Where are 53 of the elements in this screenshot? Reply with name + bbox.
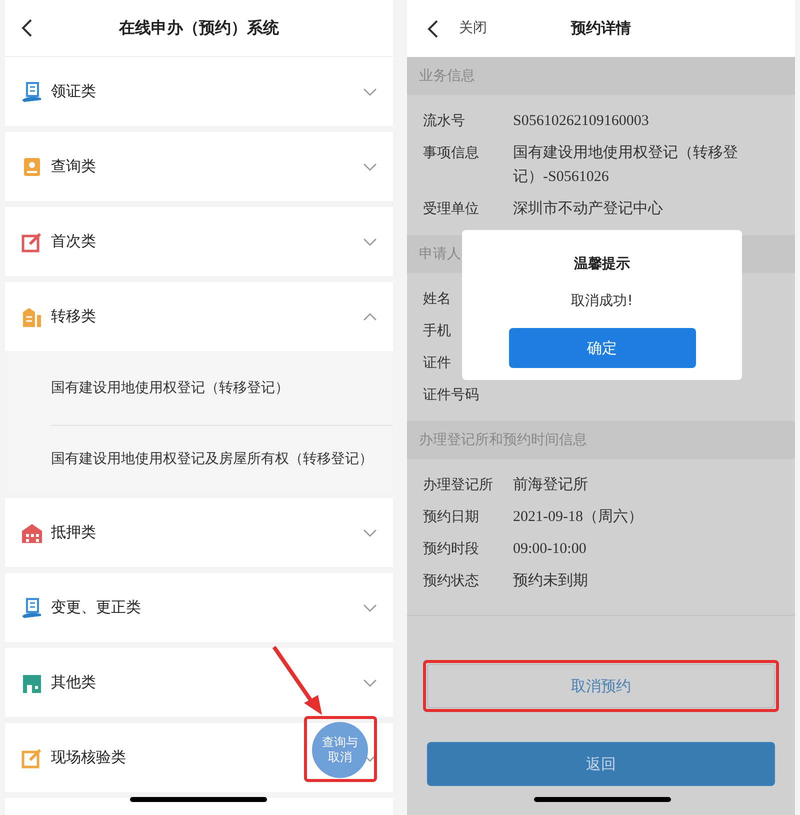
chevron-down-icon [363,528,377,536]
field-label: 事项信息 [423,144,480,163]
document-hand-icon [21,80,43,102]
field-label: 预约日期 [423,508,480,527]
category-label[interactable]: 查询类 [51,155,96,178]
field-label: 受理单位 [423,200,480,219]
category-label[interactable]: 抵押类 [51,521,96,544]
close-link[interactable]: 关闭 [459,18,487,39]
edit-icon [21,230,43,252]
category-label[interactable]: 首次类 [51,230,96,253]
category-label[interactable]: 领证类 [51,80,96,103]
building-icon [21,306,43,328]
screen-title: 在线申办（预约）系统 [119,17,279,39]
back-icon[interactable] [21,18,33,38]
screen-title: 预约详情 [571,18,631,40]
field-label: 证件 [423,354,452,373]
edit-icon [21,746,43,768]
field-value: 2021-09-18（周六） [513,508,644,527]
subcategory-item[interactable]: 国有建设用地使用权登记（转移登记） [51,375,377,401]
category-label[interactable]: 现场核验类 [51,746,126,769]
chevron-up-icon [363,312,377,320]
field-label: 预约时段 [423,540,480,559]
dialog-message: 取消成功! [571,292,633,311]
category-label[interactable]: 转移类 [51,305,96,328]
chevron-down-icon [363,604,377,612]
chevron-down-icon [363,162,377,170]
field-label: 流水号 [423,112,466,131]
category-label[interactable]: 变更、更正类 [51,596,141,619]
field-label: 证件号码 [423,386,480,405]
back-icon[interactable] [427,18,439,38]
category-label[interactable]: 其他类 [51,671,96,694]
field-value: 前海登记所 [513,476,589,495]
field-value: S05610262109160003 [513,112,650,131]
chevron-down-icon [363,238,377,246]
section-heading: 办理登记所和预约时间信息 [419,430,587,450]
book-icon [21,156,43,178]
field-label: 手机 [423,322,452,341]
house-icon [21,522,43,544]
field-value: 国有建设用地使用权登记（转移登记）-S0561026 [513,144,739,187]
field-value: 预约未到期 [513,572,589,591]
document-hand-icon [21,596,43,618]
confirm-button[interactable]: 确定 [508,328,696,368]
field-value: 09:00-10:00 [513,540,588,559]
field-label: 姓名 [423,290,452,309]
field-value: 深圳市不动产登记中心 [513,199,664,219]
dialog-title: 温馨提示 [574,255,630,274]
section-heading: 业务信息 [419,66,475,86]
field-label: 预约状态 [423,572,480,591]
chevron-down-icon [363,678,377,686]
subcategory-item[interactable]: 国有建设用地使用权登记及房屋所有权（转移登记） [51,446,377,472]
chevron-down-icon [363,88,377,96]
field-label: 办理登记所 [423,476,494,495]
section-heading: 申请人 [419,244,461,264]
